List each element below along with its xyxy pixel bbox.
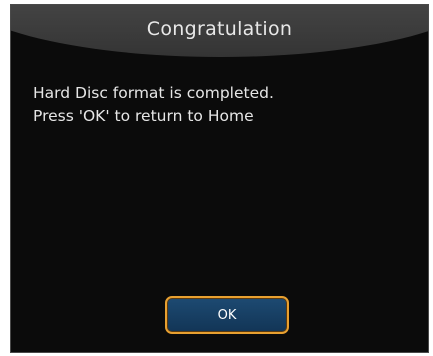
congratulation-dialog: Congratulation Hard Disc format is compl… [10,4,429,353]
ok-button-label: OK [217,307,237,323]
dialog-title: Congratulation [146,18,293,40]
ok-button[interactable]: OK [165,296,289,334]
dialog-title-bar: Congratulation [11,5,428,67]
message-line-2: Press 'OK' to return to Home [33,107,254,125]
message-line-1: Hard Disc format is completed. [33,84,274,102]
screen: Congratulation Hard Disc format is compl… [0,0,433,356]
dialog-message: Hard Disc format is completed. Press 'OK… [33,82,274,128]
